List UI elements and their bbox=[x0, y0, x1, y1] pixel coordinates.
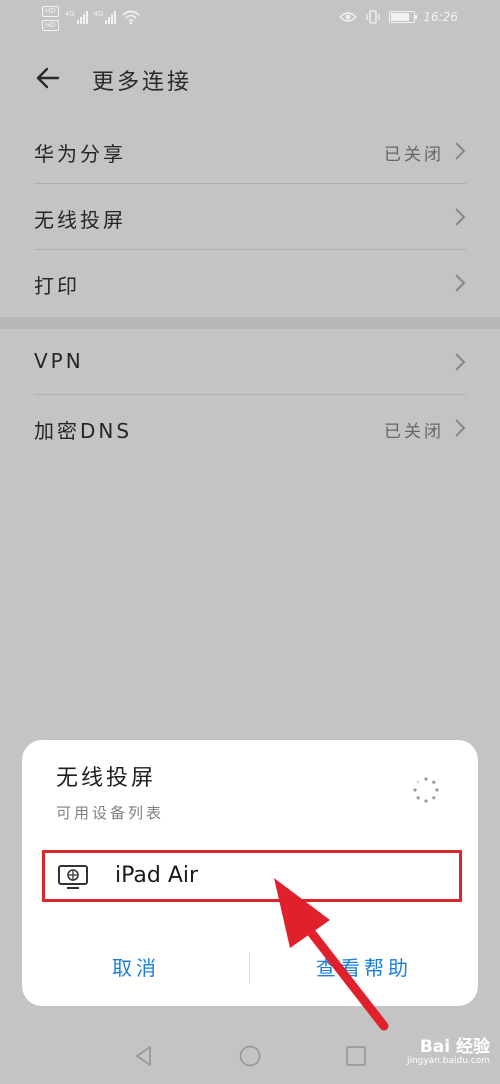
vibrate-icon bbox=[366, 10, 381, 24]
header: 更多连接 bbox=[0, 52, 500, 104]
chevron-right-icon bbox=[455, 208, 466, 226]
status-bar: HD HD 4G 4G 16:26 bbox=[0, 0, 500, 40]
settings-section-network: VPN 加密DNS 已关闭 bbox=[0, 329, 500, 461]
watermark: Bai 经验 jingyan.baidu.com bbox=[406, 1037, 490, 1068]
row-status: 已关闭 bbox=[384, 145, 444, 165]
loading-spinner-icon bbox=[413, 777, 439, 803]
cancel-button[interactable]: 取消 bbox=[22, 946, 250, 990]
back-arrow-icon[interactable] bbox=[30, 60, 66, 96]
hd-badge: HD bbox=[42, 6, 59, 17]
section-separator bbox=[0, 317, 500, 329]
settings-row-encrypted-dns[interactable]: 加密DNS 已关闭 bbox=[0, 395, 500, 461]
settings-row-print[interactable]: 打印 bbox=[0, 250, 500, 316]
watermark-url: jingyan.baidu.com bbox=[406, 1056, 490, 1066]
settings-section-connections: 华为分享 已关闭 无线投屏 打印 bbox=[0, 118, 500, 316]
dialog-subtitle: 可用设备列表 bbox=[56, 804, 165, 822]
settings-row-wireless-projection[interactable]: 无线投屏 bbox=[0, 184, 500, 250]
chevron-right-icon bbox=[455, 353, 466, 371]
tv-projection-icon bbox=[58, 865, 88, 889]
dialog-title: 无线投屏 bbox=[56, 766, 157, 791]
network-type-label: 4G bbox=[93, 10, 104, 18]
row-status: 已关闭 bbox=[384, 422, 444, 442]
wifi-icon bbox=[122, 10, 140, 24]
signal-icon: 4G bbox=[65, 10, 88, 24]
row-label: VPN bbox=[34, 349, 84, 373]
nav-back-icon[interactable] bbox=[132, 1044, 156, 1068]
hd-badges: HD HD bbox=[42, 6, 59, 31]
signal-icon: 4G bbox=[94, 10, 117, 24]
wireless-projection-dialog: 无线投屏 可用设备列表 iPad Air 取消 查看帮助 bbox=[22, 740, 478, 1006]
row-label: 打印 bbox=[34, 274, 80, 298]
eye-comfort-icon bbox=[339, 12, 358, 22]
hd-badge: HD bbox=[42, 20, 59, 31]
nav-recent-apps-icon[interactable] bbox=[344, 1044, 368, 1068]
settings-row-huawei-share[interactable]: 华为分享 已关闭 bbox=[0, 118, 500, 184]
row-label: 加密DNS bbox=[34, 419, 133, 443]
watermark-logo: Bai 经验 bbox=[419, 1037, 490, 1057]
chevron-right-icon bbox=[455, 274, 466, 292]
device-name: iPad Air bbox=[115, 863, 199, 888]
battery-level bbox=[391, 13, 409, 21]
row-label: 华为分享 bbox=[34, 142, 126, 166]
status-time: 16:26 bbox=[423, 10, 458, 24]
battery-icon bbox=[389, 11, 418, 23]
dialog-actions: 取消 查看帮助 bbox=[22, 946, 478, 990]
status-left: HD HD 4G 4G bbox=[42, 6, 140, 31]
chevron-right-icon bbox=[455, 142, 466, 160]
annotation-arrow-icon bbox=[274, 878, 389, 1031]
row-label: 无线投屏 bbox=[34, 208, 126, 232]
page-title: 更多连接 bbox=[92, 70, 193, 95]
chevron-right-icon bbox=[455, 419, 466, 437]
settings-row-vpn[interactable]: VPN bbox=[0, 329, 500, 395]
network-type-label: 4G bbox=[64, 10, 75, 18]
status-right: 16:26 bbox=[339, 10, 458, 24]
nav-home-icon[interactable] bbox=[238, 1044, 262, 1068]
